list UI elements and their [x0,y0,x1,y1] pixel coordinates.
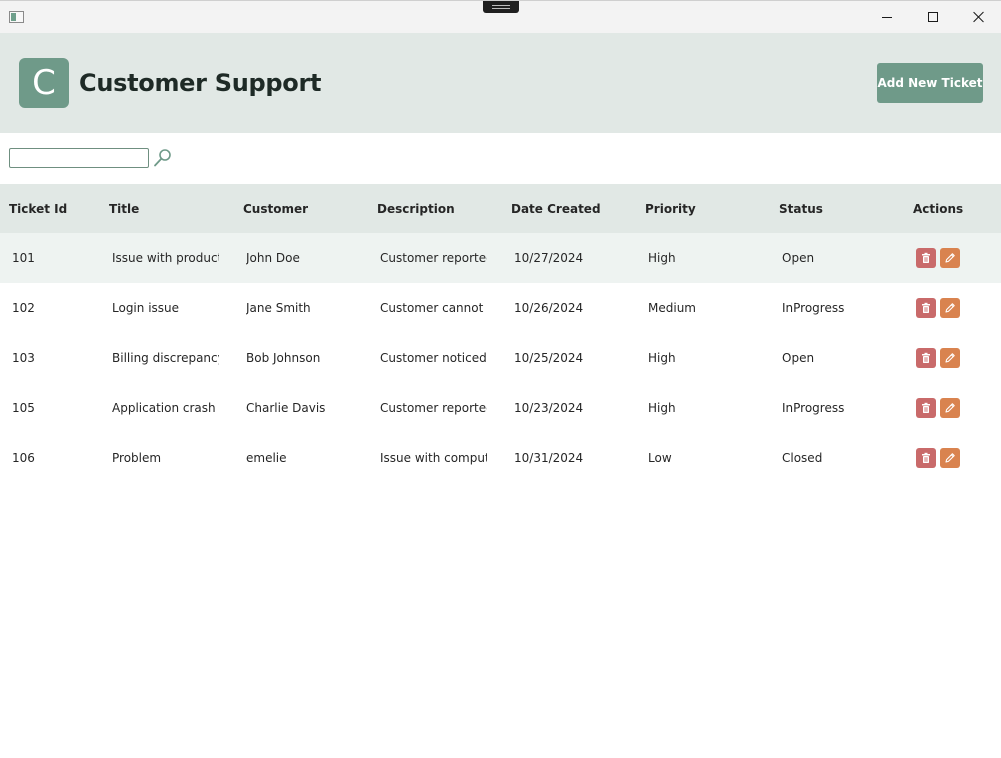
trash-icon [922,252,930,263]
cell-priority: Medium [648,301,696,315]
cell-title: Application crash on [112,401,219,415]
cell-priority: High [648,351,676,365]
table-row[interactable]: 103 Billing discrepancy Bob Johnson Custome… [0,333,1001,383]
maximize-button[interactable] [910,1,956,33]
column-header-description[interactable]: Description [377,202,455,216]
cell-title: Login issue [112,301,180,315]
app-window-icon [9,11,24,23]
pencil-icon [945,303,955,313]
edit-ticket-button[interactable] [940,298,960,318]
cell-ticket-id: 105 [12,401,35,415]
search-input[interactable] [9,148,149,168]
edit-ticket-button[interactable] [940,348,960,368]
cell-date-created: 10/26/2024 [514,301,584,315]
app-header: C Customer Support Add New Ticket [0,33,1001,133]
maximize-icon [928,12,938,22]
cell-date-created: 10/23/2024 [514,401,584,415]
trash-icon [922,452,930,463]
cell-status: Open [782,351,815,365]
app-logo: C [19,58,69,108]
cell-status: InProgress [782,401,845,415]
cell-customer: Charlie Davis [246,401,326,415]
pencil-icon [945,253,955,263]
delete-ticket-button[interactable] [916,448,936,468]
table-header: Ticket Id Title Customer Description Dat… [0,184,1001,233]
cell-description: Customer reported t [380,401,487,415]
pencil-icon [945,403,955,413]
cell-title: Issue with product d [112,251,219,265]
cell-description: Customer noticed ar [380,351,487,365]
column-header-priority[interactable]: Priority [645,202,696,216]
column-header-title[interactable]: Title [109,202,139,216]
trash-icon [922,352,930,363]
search-bar [0,133,1001,184]
cell-status: Open [782,251,815,265]
cell-description: Customer reported t [380,251,487,265]
cell-ticket-id: 106 [12,451,35,465]
cell-priority: High [648,401,676,415]
cell-customer: emelie [246,451,287,465]
delete-ticket-button[interactable] [916,298,936,318]
cell-date-created: 10/31/2024 [514,451,584,465]
cell-customer: Bob Johnson [246,351,321,365]
cell-priority: Low [648,451,672,465]
cell-ticket-id: 103 [12,351,35,365]
delete-ticket-button[interactable] [916,398,936,418]
table-row[interactable]: 101 Issue with product d John Doe Customer … [0,233,1001,283]
delete-ticket-button[interactable] [916,248,936,268]
column-header-status[interactable]: Status [779,202,823,216]
close-icon [973,11,985,23]
minimize-icon [882,16,892,18]
cell-status: Closed [782,451,823,465]
cell-customer: John Doe [246,251,300,265]
table-row[interactable]: 106 Problem emelie Issue with computer 10/31… [0,433,1001,483]
search-icon[interactable] [153,148,173,168]
cell-title: Billing discrepancy [112,351,219,365]
close-button[interactable] [956,1,1001,33]
page-title: Customer Support [79,69,322,97]
add-new-ticket-button[interactable]: Add New Ticket [877,63,983,103]
pencil-icon [945,353,955,363]
cell-ticket-id: 102 [12,301,35,315]
table-row[interactable]: 102 Login issue Jane Smith Customer cannot … [0,283,1001,333]
edit-ticket-button[interactable] [940,248,960,268]
cell-priority: High [648,251,676,265]
cell-ticket-id: 101 [12,251,35,265]
column-header-customer[interactable]: Customer [243,202,308,216]
cell-customer: Jane Smith [246,301,311,315]
column-header-date-created[interactable]: Date Created [511,202,601,216]
cell-date-created: 10/25/2024 [514,351,584,365]
column-header-actions: Actions [913,202,964,216]
cell-description: Customer cannot log [380,301,487,315]
column-header-ticket-id[interactable]: Ticket Id [9,202,67,216]
cell-title: Problem [112,451,162,465]
table-row[interactable]: 105 Application crash on Charlie Davis Cust… [0,383,1001,433]
minimize-button[interactable] [864,1,910,33]
drag-handle[interactable] [483,1,519,13]
cell-date-created: 10/27/2024 [514,251,584,265]
trash-icon [922,402,930,413]
window-titlebar[interactable] [0,0,1001,33]
edit-ticket-button[interactable] [940,448,960,468]
cell-status: InProgress [782,301,845,315]
trash-icon [922,302,930,313]
edit-ticket-button[interactable] [940,398,960,418]
cell-description: Issue with computer [380,451,487,465]
pencil-icon [945,453,955,463]
delete-ticket-button[interactable] [916,348,936,368]
